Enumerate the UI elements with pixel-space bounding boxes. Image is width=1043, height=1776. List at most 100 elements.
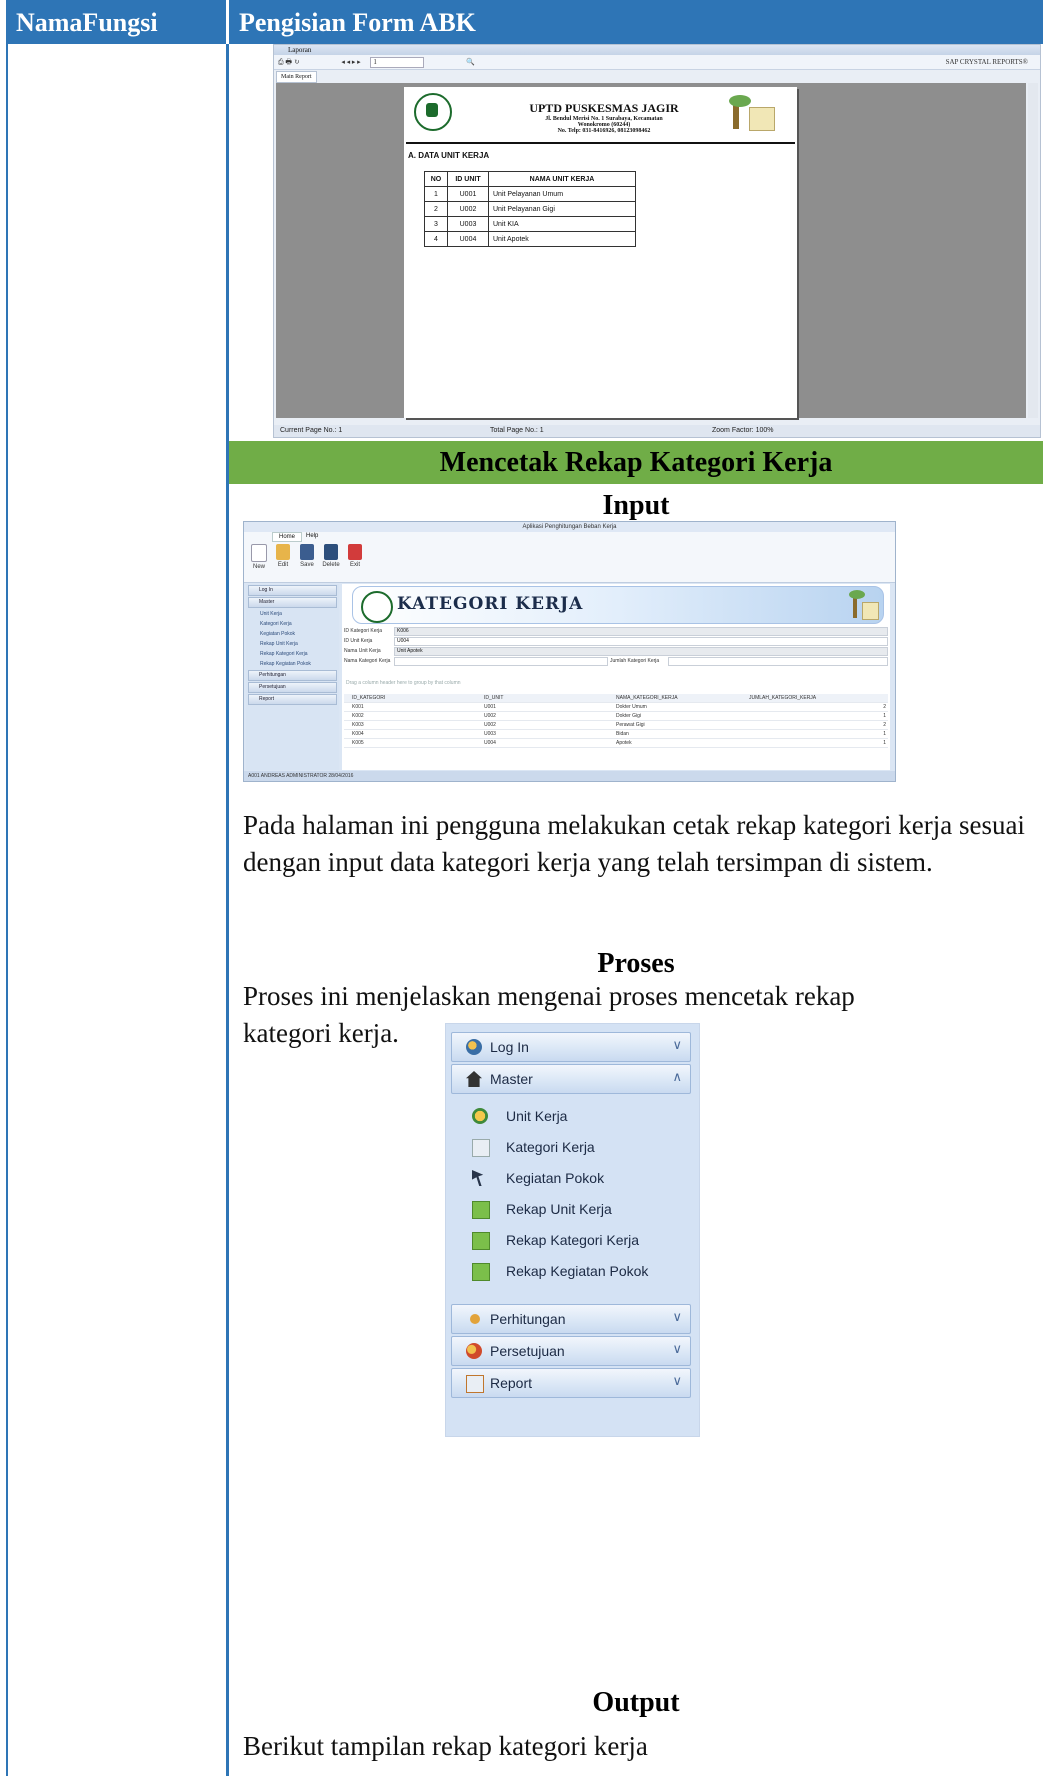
report-scrollbar[interactable] <box>1028 83 1038 418</box>
chevron-down-icon: ∨ <box>672 1037 682 1052</box>
report-canvas: UPTD PUSKESMAS JAGIR Jl. Bendul Merisi N… <box>276 83 1026 418</box>
new-icon <box>251 544 267 562</box>
nav-group-label: Master <box>490 1071 533 1087</box>
table-row[interactable]: K003 U002 Perawat Gigi 2 <box>344 721 888 730</box>
nav-item[interactable]: Unit Kerja <box>246 609 339 619</box>
cell-id-unit: U002 <box>484 722 496 728</box>
cell-id-unit: U002 <box>484 713 496 719</box>
search-icon[interactable]: 🔍 <box>466 58 475 66</box>
nav-group-perhitungan[interactable]: Perhitungan <box>248 670 337 681</box>
save-label: Save <box>300 562 314 568</box>
delete-icon <box>324 544 338 560</box>
print-icon[interactable]: 🖶 <box>285 58 292 66</box>
save-button[interactable]: Save <box>296 544 318 568</box>
label-id-unit: ID Unit Kerja <box>344 638 373 644</box>
grid-col-id-unit[interactable]: ID_UNIT <box>484 694 503 702</box>
new-button[interactable]: New <box>248 544 270 570</box>
header-rule <box>406 142 795 144</box>
kategori-grid: ID_KATEGORI ID_UNIT NAMA_KATEGORI_KERJA … <box>344 694 888 748</box>
cell-id: U001 <box>447 186 489 202</box>
cell-nama: Bidan <box>616 731 629 737</box>
cell-jumlah: 1 <box>883 731 886 737</box>
rekap-icon <box>472 1263 490 1281</box>
table-row[interactable]: K001 U001 Dokter Umum 2 <box>344 703 888 712</box>
nama-unit-field[interactable]: Unit Apotek <box>394 647 888 656</box>
status-current-page: Current Page No.: 1 <box>280 427 343 434</box>
cell-id-kategori: K003 <box>352 722 364 728</box>
grid-col-id-kategori[interactable]: ID_KATEGORI <box>352 694 385 702</box>
refresh-icon[interactable]: ↻ <box>294 58 300 66</box>
cell-id-kategori: K001 <box>352 704 364 710</box>
edit-button[interactable]: Edit <box>272 544 294 568</box>
column-header-namafungsi: NamaFungsi <box>6 0 226 44</box>
cell-id-unit: U004 <box>484 740 496 746</box>
unit-kerja-icon <box>472 1108 488 1124</box>
new-label: New <box>252 564 265 570</box>
kategori-kerja-icon <box>472 1139 490 1157</box>
tab-home[interactable]: Home <box>272 532 303 542</box>
nav-group-label: Perhitungan <box>490 1311 566 1327</box>
report-toolbar: ⎙ 🖶 ↻ ◂ ◂ ▸ ▸ 1 🔍 SAP CRYSTAL REPORTS® <box>274 55 1040 70</box>
table-header-row: NO ID UNIT NAMA UNIT KERJA <box>424 171 636 187</box>
label-id-kategori: ID Kategori Kerja <box>344 628 383 634</box>
jumlah-input[interactable] <box>668 657 888 666</box>
nav-item[interactable]: Rekap Kegiatan Pokok <box>246 659 339 669</box>
nav-group-report[interactable]: Report <box>248 694 337 705</box>
nav-arrows-icon[interactable]: ◂ ◂ ▸ ▸ <box>341 58 360 66</box>
tab-help[interactable]: Help <box>300 532 324 540</box>
cell-jumlah: 2 <box>883 722 886 728</box>
nav-group-persetujuan[interactable]: Persetujuan <box>248 682 337 693</box>
nav-panel-screenshot: Log In ∨ Master ∧ Unit Kerja Kategori Ke… <box>445 1023 700 1437</box>
cell-nama: Unit Pelayanan Umum <box>488 186 636 202</box>
tab-main-report[interactable]: Main Report <box>276 71 317 83</box>
nav-group-label: Report <box>490 1375 533 1391</box>
nav-item[interactable]: Kegiatan Pokok <box>246 629 339 639</box>
nav-item[interactable]: Rekap Kategori Kerja <box>246 649 339 659</box>
edit-label: Edit <box>277 562 289 568</box>
nav-group-master[interactable]: Master ∧ <box>451 1064 691 1094</box>
cell-id: U003 <box>447 216 489 232</box>
app-window-title: Aplikasi Penghitungan Beban Kerja <box>244 522 895 532</box>
exit-button[interactable]: Exit <box>344 544 366 568</box>
grid-col-nama[interactable]: NAMA_KATEGORI_KERJA <box>616 694 678 702</box>
table-row[interactable]: K005 U004 Apotek 1 <box>344 739 888 748</box>
table-row[interactable]: K004 U003 Bidan 1 <box>344 730 888 739</box>
nav-group-persetujuan[interactable]: Persetujuan ∨ <box>451 1336 691 1366</box>
section-band-title: Mencetak Rekap Kategori Kerja <box>229 441 1043 484</box>
delete-label: Delete <box>322 562 340 568</box>
persetujuan-icon <box>466 1343 482 1359</box>
nama-kategori-input[interactable] <box>394 657 608 666</box>
id-kategori-field[interactable]: K006 <box>394 627 888 636</box>
export-icon[interactable]: ⎙ <box>278 58 284 66</box>
report-icon <box>466 1375 484 1393</box>
app-main-area: KATEGORI KERJA ID Kategori Kerja K006 ID… <box>342 584 890 770</box>
nav-group-master[interactable]: Master <box>248 597 337 608</box>
home-icon <box>466 1071 482 1087</box>
nav-item[interactable]: Kategori Kerja <box>246 619 339 629</box>
table-row[interactable]: K002 U002 Dokter Gigi 1 <box>344 712 888 721</box>
exit-label: Exit <box>349 562 360 568</box>
cell-jumlah: 1 <box>883 713 886 719</box>
cell-no: 4 <box>424 231 448 247</box>
report-section-title: A. DATA UNIT KERJA <box>408 151 490 160</box>
grid-col-jumlah[interactable]: JUMLAH_KATEGORI_KERJA <box>749 694 816 702</box>
save-icon <box>300 544 314 560</box>
nav-group-login[interactable]: Log In <box>248 585 337 596</box>
table-row: 2 U002 Unit Pelayanan Gigi <box>424 201 636 217</box>
nav-group-report[interactable]: Report ∨ <box>451 1368 691 1398</box>
nav-item[interactable]: Rekap Unit Kerja <box>246 639 339 649</box>
nav-group-login[interactable]: Log In ∨ <box>451 1032 691 1062</box>
delete-button[interactable]: Delete <box>320 544 342 568</box>
nav-group-perhitungan[interactable]: Perhitungan ∨ <box>451 1304 691 1334</box>
table-row: 1 U001 Unit Pelayanan Umum <box>424 186 636 202</box>
kategori-banner: KATEGORI KERJA <box>352 586 884 624</box>
cell-id-unit: U003 <box>484 731 496 737</box>
cell-no: 2 <box>424 201 448 217</box>
puskesmas-logo <box>361 591 393 623</box>
chevron-down-icon: ∨ <box>672 1341 682 1356</box>
label-nama-kategori: Nama Kategori Kerja <box>344 658 391 664</box>
label-nama-unit: Nama Unit Kerja <box>344 648 381 654</box>
id-unit-select[interactable]: U004 <box>394 637 888 646</box>
page-input[interactable]: 1 <box>370 57 425 68</box>
table-divider <box>226 44 229 1776</box>
